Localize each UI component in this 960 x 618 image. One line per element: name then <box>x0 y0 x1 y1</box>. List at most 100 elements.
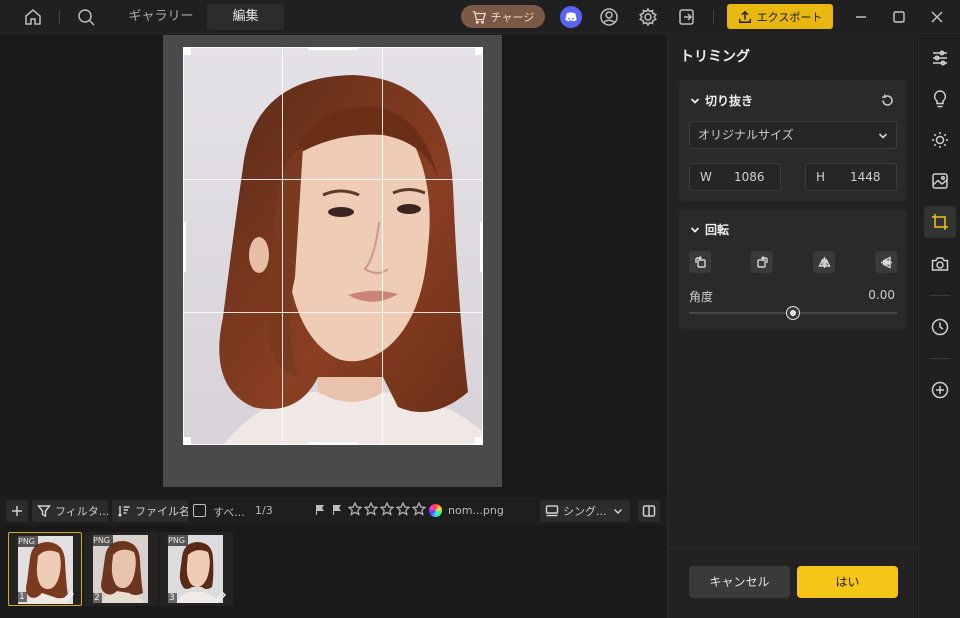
history-clock-icon[interactable] <box>924 311 956 343</box>
compare-button[interactable] <box>638 500 660 522</box>
tool-rail <box>918 35 960 618</box>
close-icon[interactable] <box>927 7 947 27</box>
discord-icon[interactable] <box>560 6 582 28</box>
rotate-left-button[interactable] <box>689 251 711 273</box>
angle-label: 角度 <box>689 290 714 304</box>
aspect-ratio-select[interactable]: オリジナルサイズ <box>689 121 897 149</box>
add-circle-icon[interactable] <box>924 374 956 406</box>
height-value: 1448 <box>850 170 881 184</box>
select-all-label: すべ... <box>213 506 245 519</box>
crop-handle-bottom-right[interactable] <box>475 437 483 445</box>
crop-grid-line <box>382 47 383 445</box>
flip-vertical-icon <box>880 255 892 269</box>
view-mode-dropdown[interactable]: シング... <box>540 500 630 522</box>
filter-label: フィルタ... <box>55 505 108 518</box>
thumbnail-2[interactable]: PNG 2 <box>84 532 158 606</box>
format-badge: PNG <box>15 536 39 547</box>
rotate-section-header[interactable]: 回転 <box>690 221 729 238</box>
add-button[interactable] <box>6 500 28 522</box>
reject-flag-icon[interactable] <box>331 504 343 516</box>
crop-panel: トリミング 切り抜き オリジナルサイズ W 1086 H 1448 回転 角度 … <box>667 35 918 618</box>
crop-icon[interactable] <box>924 206 956 238</box>
width-field[interactable]: W 1086 <box>689 163 781 191</box>
camera-icon[interactable] <box>924 248 956 280</box>
adjust-sliders-icon[interactable] <box>924 42 956 74</box>
maximize-icon[interactable] <box>889 7 909 27</box>
crop-grid-line <box>282 47 283 445</box>
crop-handle-left[interactable] <box>183 222 186 272</box>
crop-grid-line <box>183 312 483 313</box>
crop-grid-line <box>183 179 483 180</box>
flip-vertical-button[interactable] <box>875 251 897 273</box>
width-label: W <box>700 170 712 184</box>
star-icon[interactable] <box>348 502 362 516</box>
tab-gallery[interactable]: ギャラリー <box>120 4 202 30</box>
star-icon[interactable] <box>412 502 426 516</box>
star-icon[interactable] <box>396 502 410 516</box>
flip-horizontal-button[interactable] <box>813 251 835 273</box>
crop-section-header[interactable]: 切り抜き <box>690 92 753 109</box>
rotate-heading: 回転 <box>705 223 730 237</box>
crop-handle-top-right[interactable] <box>475 47 483 55</box>
thumbnail-1[interactable]: PNG 1 <box>8 532 82 606</box>
export-button[interactable]: エクスポート <box>727 4 833 29</box>
color-label-icon[interactable] <box>429 504 442 517</box>
cart-icon <box>472 10 486 24</box>
crop-heading: 切り抜き <box>705 94 754 108</box>
rotate-right-button[interactable] <box>751 251 773 273</box>
gear-icon[interactable] <box>637 6 659 28</box>
flip-horizontal-icon <box>817 256 831 268</box>
filter-button[interactable]: フィルタ... <box>32 500 108 522</box>
sort-label: ファイル名 <box>135 505 188 518</box>
crop-handle-right[interactable] <box>480 222 483 272</box>
aspect-ratio-value: オリジナルサイズ <box>698 128 794 142</box>
angle-slider-handle[interactable] <box>787 307 799 319</box>
crop-section: 切り抜き オリジナルサイズ W 1086 H 1448 <box>679 80 907 202</box>
thumbnail-3[interactable]: PNG 3 <box>159 532 233 606</box>
chevron-down-icon <box>690 97 700 104</box>
single-view-icon <box>545 505 559 517</box>
account-icon[interactable] <box>598 6 620 28</box>
divider <box>59 10 60 24</box>
home-icon[interactable] <box>22 6 44 28</box>
rating-stars <box>348 502 426 516</box>
divider <box>930 295 950 296</box>
sun-icon[interactable] <box>924 124 956 156</box>
select-all-checkbox[interactable] <box>193 504 206 517</box>
crop-handle-top-left[interactable] <box>183 47 191 55</box>
angle-value: 0.00 <box>868 288 895 302</box>
crop-handle-bottom[interactable] <box>308 442 358 445</box>
filmstrip: PNG 1 PNG 2 PNG 3 <box>0 527 667 618</box>
sort-icon <box>117 506 130 518</box>
rotate-left-icon <box>694 255 706 268</box>
bulb-icon[interactable] <box>924 83 956 115</box>
star-icon[interactable] <box>380 502 394 516</box>
reset-icon[interactable] <box>880 93 895 108</box>
height-field[interactable]: H 1448 <box>805 163 897 191</box>
height-label: H <box>816 170 826 184</box>
search-icon[interactable] <box>75 6 97 28</box>
thumbnail-number: 1 <box>17 592 27 602</box>
minimize-icon[interactable] <box>851 7 871 27</box>
portrait-photo <box>183 47 483 445</box>
panel-footer: キャンセル はい <box>668 547 918 618</box>
ok-button[interactable]: はい <box>797 566 898 598</box>
cancel-button[interactable]: キャンセル <box>689 566 790 598</box>
thumbnail-number: 3 <box>167 593 177 603</box>
crop-handle-bottom-left[interactable] <box>183 437 191 445</box>
tab-edit[interactable]: 編集 <box>207 4 284 30</box>
flag-icon[interactable] <box>314 504 326 516</box>
view-mode-label: シング... <box>563 505 607 518</box>
divider <box>713 10 714 24</box>
crop-handle-top[interactable] <box>308 47 358 50</box>
charge-label: チャージ <box>490 10 535 24</box>
format-badge: PNG <box>90 535 114 546</box>
canvas-area <box>0 35 667 487</box>
sign-in-icon[interactable] <box>676 6 698 28</box>
star-icon[interactable] <box>364 502 378 516</box>
image-edit-icon[interactable] <box>924 165 956 197</box>
charge-button[interactable]: チャージ <box>461 5 545 28</box>
sort-button[interactable]: ファイル名 <box>112 500 188 522</box>
funnel-icon <box>37 505 51 518</box>
image-frame <box>163 35 502 487</box>
